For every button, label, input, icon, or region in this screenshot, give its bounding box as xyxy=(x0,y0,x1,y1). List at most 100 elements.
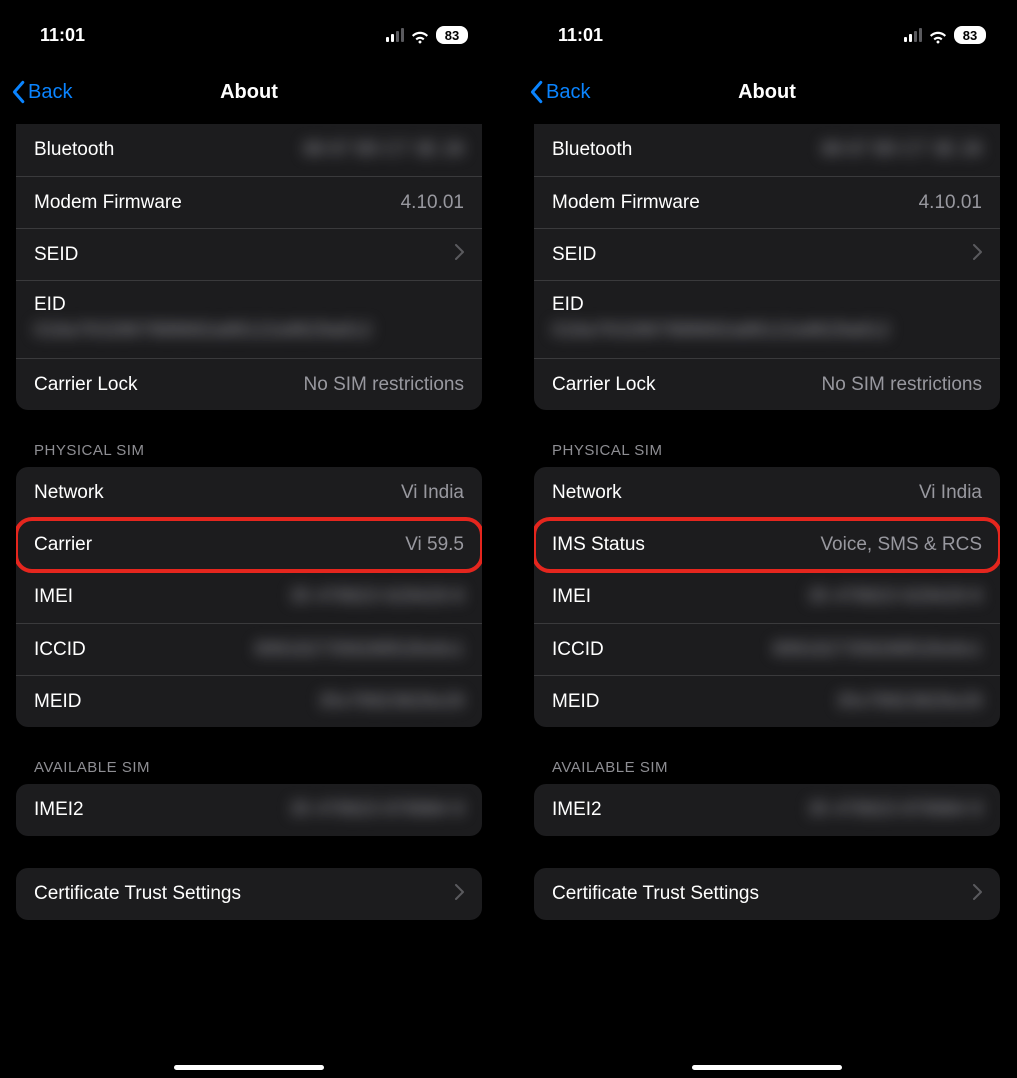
imei2-row[interactable]: IMEI2 35 478923 878984 9 xyxy=(16,784,482,836)
available-sim-header: AVAILABLE SIM xyxy=(534,759,1000,776)
status-time: 11:01 xyxy=(558,25,603,46)
chevron-right-icon xyxy=(455,244,464,265)
row-label: EID xyxy=(552,294,584,316)
row-value: 88 67 B5 C7 3E 28 xyxy=(303,139,464,161)
nav-bar: Back About xyxy=(518,70,1016,114)
seid-row[interactable]: SEID xyxy=(16,228,482,280)
iccid-row[interactable]: ICCID 8991827358288528x8x1 xyxy=(534,623,1000,675)
meid-row[interactable]: MEID 35x78923829x29 xyxy=(16,675,482,727)
about-content: Bluetooth 88 67 B5 C7 3E 28 Modem Firmwa… xyxy=(518,124,1016,1078)
status-bar: 11:01 83 xyxy=(518,10,1016,60)
chevron-left-icon xyxy=(528,80,544,104)
phone-left: 11:01 83 Back About Bluetooth 88 67 B5 C… xyxy=(0,0,498,1078)
row-label: ICCID xyxy=(552,639,604,661)
modem-firmware-row[interactable]: Modem Firmware 4.10.01 xyxy=(534,176,1000,228)
row-value: 35 478923 629429 8 xyxy=(290,586,464,608)
network-row[interactable]: Network Vi India xyxy=(534,467,1000,519)
nav-bar: Back About xyxy=(0,70,498,114)
status-icons: 83 xyxy=(904,26,986,44)
chevron-right-icon xyxy=(973,244,982,265)
cert-group: Certificate Trust Settings xyxy=(534,868,1000,920)
row-value: 35 478923 878984 9 xyxy=(290,799,464,821)
row-value: 018a7632867888682a88122a9629a812 xyxy=(34,320,372,342)
row-label: IMS Status xyxy=(552,534,645,556)
imei-row[interactable]: IMEI 35 478923 629429 8 xyxy=(534,571,1000,623)
network-row[interactable]: Network Vi India xyxy=(16,467,482,519)
row-value: No SIM restrictions xyxy=(304,374,464,396)
carrier-row[interactable]: Carrier Vi 59.5 xyxy=(16,519,482,571)
bluetooth-row[interactable]: Bluetooth 88 67 B5 C7 3E 28 xyxy=(16,124,482,176)
iccid-row[interactable]: ICCID 8991827358288528x8x1 xyxy=(16,623,482,675)
cert-group: Certificate Trust Settings xyxy=(16,868,482,920)
bluetooth-row[interactable]: Bluetooth 88 67 B5 C7 3E 28 xyxy=(534,124,1000,176)
eid-row[interactable]: EID 018a7632867888682a88122a9629a812 xyxy=(534,280,1000,358)
about-content: Bluetooth 88 67 B5 C7 3E 28 Modem Firmwa… xyxy=(0,124,498,1078)
phone-right: 11:01 83 Back About Bluetooth 88 67 B5 C… xyxy=(518,0,1016,1078)
chevron-right-icon xyxy=(455,884,464,905)
certificate-trust-row[interactable]: Certificate Trust Settings xyxy=(16,868,482,920)
row-value: 35x78923829x29 xyxy=(836,691,982,713)
row-label: Network xyxy=(552,482,622,504)
row-label: Carrier Lock xyxy=(34,374,137,396)
imei-row[interactable]: IMEI 35 478923 629429 8 xyxy=(16,571,482,623)
battery-icon: 83 xyxy=(436,26,468,44)
row-label: SEID xyxy=(34,244,78,266)
row-label: IMEI xyxy=(34,586,73,608)
eid-row[interactable]: EID 018a7632867888682a88122a9629a812 xyxy=(16,280,482,358)
home-indicator[interactable] xyxy=(174,1065,324,1070)
row-value: Vi India xyxy=(919,482,982,504)
row-label: Carrier xyxy=(34,534,92,556)
row-label: EID xyxy=(34,294,66,316)
row-value: 35x78923829x29 xyxy=(318,691,464,713)
home-indicator[interactable] xyxy=(692,1065,842,1070)
physical-sim-header: PHYSICAL SIM xyxy=(16,442,482,459)
row-label: IMEI2 xyxy=(34,799,84,821)
wifi-icon xyxy=(928,28,948,42)
row-label: Carrier Lock xyxy=(552,374,655,396)
certificate-trust-row[interactable]: Certificate Trust Settings xyxy=(534,868,1000,920)
row-label: IMEI xyxy=(552,586,591,608)
row-value: 8991827358288528x8x1 xyxy=(773,639,982,661)
row-label: Bluetooth xyxy=(552,139,632,161)
meid-row[interactable]: MEID 35x78923829x29 xyxy=(534,675,1000,727)
available-sim-group: IMEI2 35 478923 878984 9 xyxy=(534,784,1000,836)
device-info-group: Bluetooth 88 67 B5 C7 3E 28 Modem Firmwa… xyxy=(534,124,1000,410)
cellular-signal-icon xyxy=(904,28,922,42)
available-sim-header: AVAILABLE SIM xyxy=(16,759,482,776)
row-label: Certificate Trust Settings xyxy=(552,883,759,905)
row-label: Modem Firmware xyxy=(34,192,182,214)
carrier-lock-row[interactable]: Carrier Lock No SIM restrictions xyxy=(534,358,1000,410)
physical-sim-group: Network Vi India Carrier Vi 59.5 IMEI 35… xyxy=(16,467,482,727)
row-value: 35 478923 878984 9 xyxy=(808,799,982,821)
back-button[interactable]: Back xyxy=(528,80,590,104)
physical-sim-header: PHYSICAL SIM xyxy=(534,442,1000,459)
row-value: 8991827358288528x8x1 xyxy=(255,639,464,661)
row-label: MEID xyxy=(552,691,600,713)
available-sim-group: IMEI2 35 478923 878984 9 xyxy=(16,784,482,836)
ims-status-row[interactable]: IMS Status Voice, SMS & RCS xyxy=(534,519,1000,571)
carrier-lock-row[interactable]: Carrier Lock No SIM restrictions xyxy=(16,358,482,410)
back-button[interactable]: Back xyxy=(10,80,72,104)
modem-firmware-row[interactable]: Modem Firmware 4.10.01 xyxy=(16,176,482,228)
status-icons: 83 xyxy=(386,26,468,44)
seid-row[interactable]: SEID xyxy=(534,228,1000,280)
back-label: Back xyxy=(546,81,590,104)
status-bar: 11:01 83 xyxy=(0,10,498,60)
imei2-row[interactable]: IMEI2 35 478923 878984 9 xyxy=(534,784,1000,836)
row-label: Network xyxy=(34,482,104,504)
row-label: ICCID xyxy=(34,639,86,661)
row-label: Modem Firmware xyxy=(552,192,700,214)
row-value: Vi India xyxy=(401,482,464,504)
status-time: 11:01 xyxy=(40,25,85,46)
row-label: SEID xyxy=(552,244,596,266)
device-info-group: Bluetooth 88 67 B5 C7 3E 28 Modem Firmwa… xyxy=(16,124,482,410)
back-label: Back xyxy=(28,81,72,104)
row-label: IMEI2 xyxy=(552,799,602,821)
row-label: MEID xyxy=(34,691,82,713)
page-title: About xyxy=(518,81,1016,104)
physical-sim-group: Network Vi India IMS Status Voice, SMS &… xyxy=(534,467,1000,727)
row-value: 4.10.01 xyxy=(919,192,982,214)
row-label: Certificate Trust Settings xyxy=(34,883,241,905)
page-title: About xyxy=(0,81,498,104)
wifi-icon xyxy=(410,28,430,42)
